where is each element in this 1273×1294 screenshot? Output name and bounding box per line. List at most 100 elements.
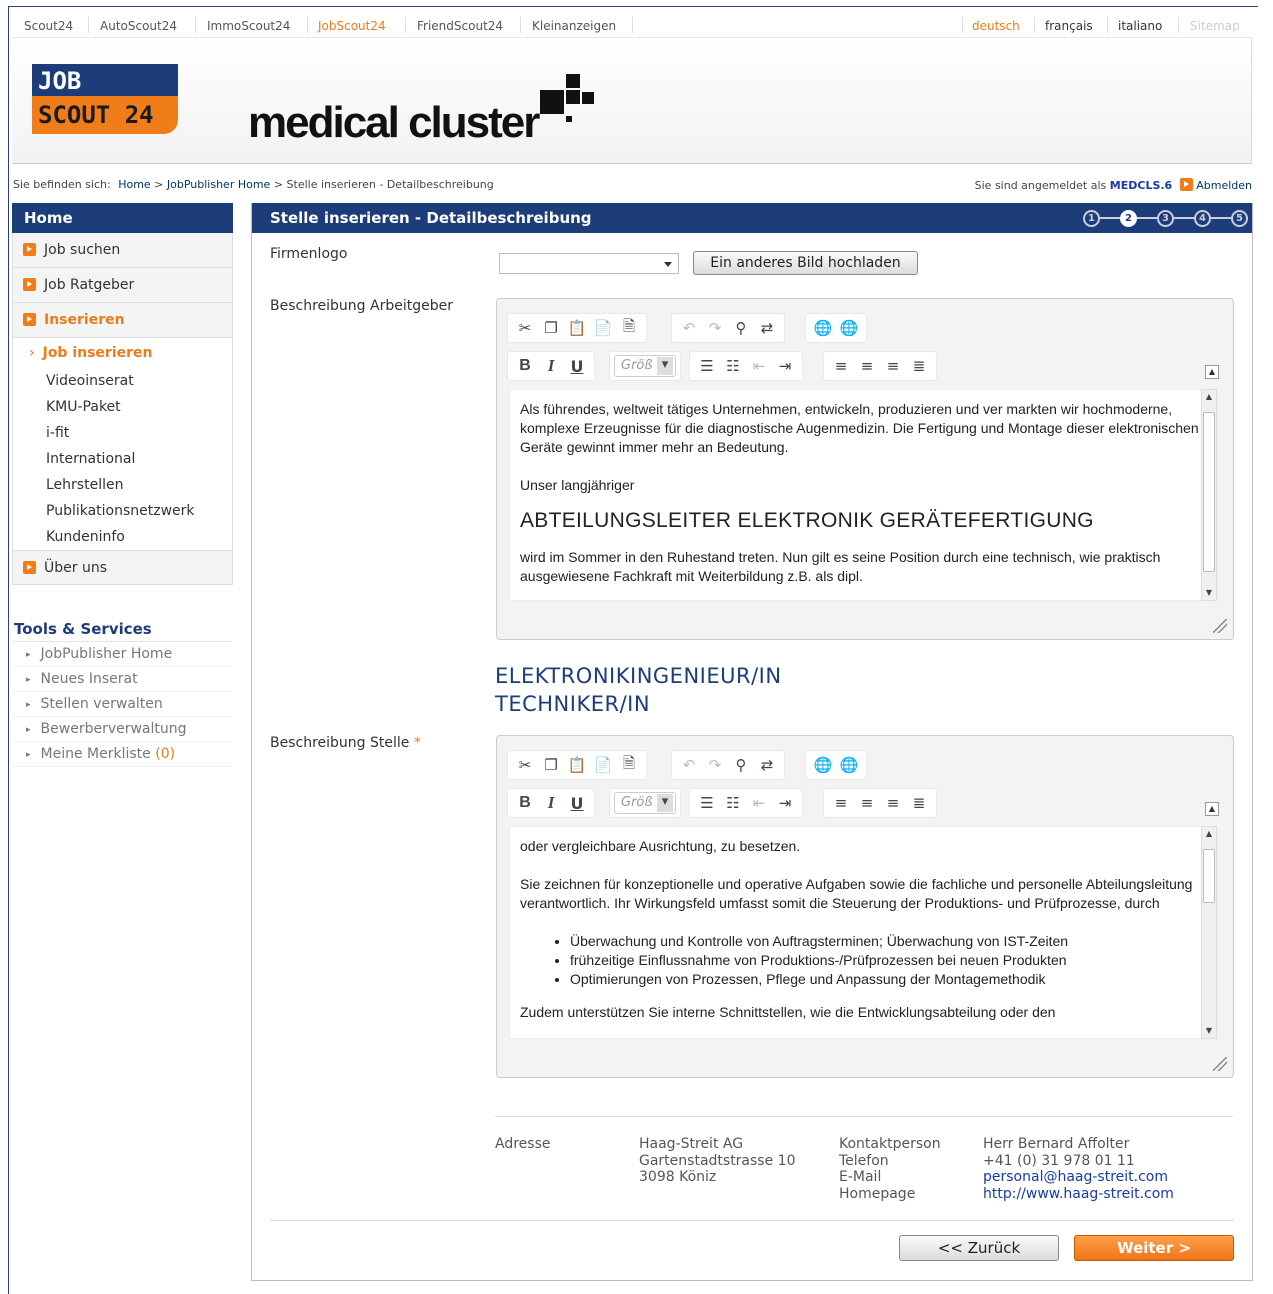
firmenlogo-select[interactable] [499,253,679,274]
resize-grip-icon[interactable] [1213,1057,1227,1071]
scroll-down-icon[interactable]: ▼ [1202,1024,1216,1038]
font-size-select[interactable]: Größ [614,355,676,377]
sidebar-sub-kundeninfo[interactable]: Kundeninfo [12,524,233,550]
editor-content-stelle[interactable]: oder vergleichbare Ausrichtung, zu beset… [509,826,1211,1039]
align-left-icon[interactable]: ≡ [828,355,854,377]
collapse-toolbar-icon[interactable]: ▲ [1205,365,1219,379]
paste-word-icon[interactable]: 🗎 [616,317,642,339]
justify-icon[interactable]: ≣ [906,355,932,377]
underline-icon[interactable]: U [564,792,590,814]
font-size-select[interactable]: Größ [614,792,676,814]
sidebar-item-ueber-uns[interactable]: Über uns [12,550,233,585]
redo-icon[interactable]: ↷ [702,754,728,776]
tools-services: Tools & Services JobPublisher Home Neues… [14,620,232,767]
logout-link[interactable]: Abmelden [1196,179,1252,192]
paste-icon[interactable]: 📋 [564,754,590,776]
language-francais[interactable]: français [1045,19,1093,33]
email-link[interactable]: personal@haag-streit.com [983,1169,1168,1185]
underline-icon[interactable]: U [564,355,590,377]
numbered-list-icon[interactable]: ☰ [694,792,720,814]
undo-icon[interactable]: ↶ [676,754,702,776]
bold-icon[interactable]: B [512,792,538,814]
align-right-icon[interactable]: ≡ [880,792,906,814]
link-icon[interactable]: 🌐 [810,317,836,339]
find-icon[interactable]: ⚲ [728,754,754,776]
sidebar-sub-kmu-paket[interactable]: KMU-Paket [12,394,233,420]
site-link-kleinanzeigen[interactable]: Kleinanzeigen [532,19,616,33]
site-link-friendscout24[interactable]: FriendScout24 [417,19,503,33]
site-link-immoscout24[interactable]: ImmoScout24 [207,19,290,33]
scroll-up-icon[interactable]: ▲ [1202,390,1216,404]
site-link-jobscout24[interactable]: JobScout24 [318,19,386,33]
find-icon[interactable]: ⚲ [728,317,754,339]
align-left-icon[interactable]: ≡ [828,792,854,814]
paste-text-icon[interactable]: 📄 [590,754,616,776]
scroll-down-icon[interactable]: ▼ [1202,586,1216,600]
sidebar-item-inserieren[interactable]: Inserieren [12,303,233,338]
username-link[interactable]: MEDCLS.6 [1110,179,1172,192]
indent-icon[interactable]: ⇥ [772,792,798,814]
bold-icon[interactable]: B [512,355,538,377]
scroll-thumb[interactable] [1203,849,1215,903]
redo-icon[interactable]: ↷ [702,317,728,339]
site-link-scout24[interactable]: Scout24 [24,19,73,33]
copy-icon[interactable]: ❐ [538,754,564,776]
undo-icon[interactable]: ↶ [676,317,702,339]
paste-text-icon[interactable]: 📄 [590,317,616,339]
sidebar-sub-publikationsnetzwerk[interactable]: Publikationsnetzwerk [12,498,233,524]
collapse-toolbar-icon[interactable]: ▲ [1205,802,1219,816]
editor-scrollbar[interactable]: ▲ ▼ [1201,826,1217,1039]
cut-icon[interactable]: ✂ [512,317,538,339]
site-link-autoscout24[interactable]: AutoScout24 [100,19,177,33]
breadcrumb-jobpublisher-link[interactable]: JobPublisher Home [167,178,270,191]
breadcrumb-home-link[interactable]: Home [118,178,150,191]
sitemap-link[interactable]: Sitemap [1190,19,1240,33]
sidebar-sub-videoinserat[interactable]: Videoinserat [12,368,233,394]
language-italiano[interactable]: italiano [1118,19,1162,33]
scroll-up-icon[interactable]: ▲ [1202,827,1216,841]
unlink-icon[interactable]: 🌐 [836,317,862,339]
sidebar-sub-lehrstellen[interactable]: Lehrstellen [12,472,233,498]
numbered-list-icon[interactable]: ☰ [694,355,720,377]
italic-icon[interactable]: I [538,355,564,377]
next-button[interactable]: Weiter > [1074,1235,1234,1261]
homepage-link[interactable]: http://www.haag-streit.com [983,1186,1174,1202]
editor-content-arbeitgeber[interactable]: Als führendes, weltweit tätiges Unterneh… [509,389,1211,601]
indent-icon[interactable]: ⇥ [772,355,798,377]
bullet-list-icon[interactable]: ☷ [720,355,746,377]
align-center-icon[interactable]: ≡ [854,792,880,814]
tool-merkliste[interactable]: Meine Merkliste (0) [14,742,232,767]
sidebar-home[interactable]: Home [12,203,233,233]
scroll-thumb[interactable] [1203,412,1215,572]
resize-grip-icon[interactable] [1213,619,1227,633]
italic-icon[interactable]: I [538,792,564,814]
tool-bewerberverwaltung[interactable]: Bewerberverwaltung [14,717,232,742]
bullet-list-icon[interactable]: ☷ [720,792,746,814]
unlink-icon[interactable]: 🌐 [836,754,862,776]
paste-icon[interactable]: 📋 [564,317,590,339]
align-right-icon[interactable]: ≡ [880,355,906,377]
tool-stellen-verwalten[interactable]: Stellen verwalten [14,692,232,717]
link-icon[interactable]: 🌐 [810,754,836,776]
tool-neues-inserat[interactable]: Neues Inserat [14,667,232,692]
editor-scrollbar[interactable]: ▲ ▼ [1201,389,1217,601]
paste-word-icon[interactable]: 🗎 [616,754,642,776]
align-center-icon[interactable]: ≡ [854,355,880,377]
sidebar-item-job-suchen[interactable]: Job suchen [12,233,233,268]
language-deutsch[interactable]: deutsch [972,19,1020,33]
justify-icon[interactable]: ≣ [906,792,932,814]
replace-icon[interactable]: ⇄ [754,317,780,339]
outdent-icon[interactable]: ⇤ [746,355,772,377]
cut-icon[interactable]: ✂ [512,754,538,776]
replace-icon[interactable]: ⇄ [754,754,780,776]
copy-icon[interactable]: ❐ [538,317,564,339]
sidebar-sub-job-inserieren[interactable]: Job inserieren [12,338,233,368]
back-button[interactable]: << Zurück [899,1235,1059,1261]
sidebar-sub-i-fit[interactable]: i-fit [12,420,233,446]
jobscout24-logo[interactable]: JOB SCOUT 24 [32,64,178,134]
sidebar-sub-international[interactable]: International [12,446,233,472]
upload-image-button[interactable]: Ein anderes Bild hochladen [693,251,918,275]
sidebar-item-job-ratgeber[interactable]: Job Ratgeber [12,268,233,303]
tool-jobpublisher-home[interactable]: JobPublisher Home [14,642,232,667]
outdent-icon[interactable]: ⇤ [746,792,772,814]
